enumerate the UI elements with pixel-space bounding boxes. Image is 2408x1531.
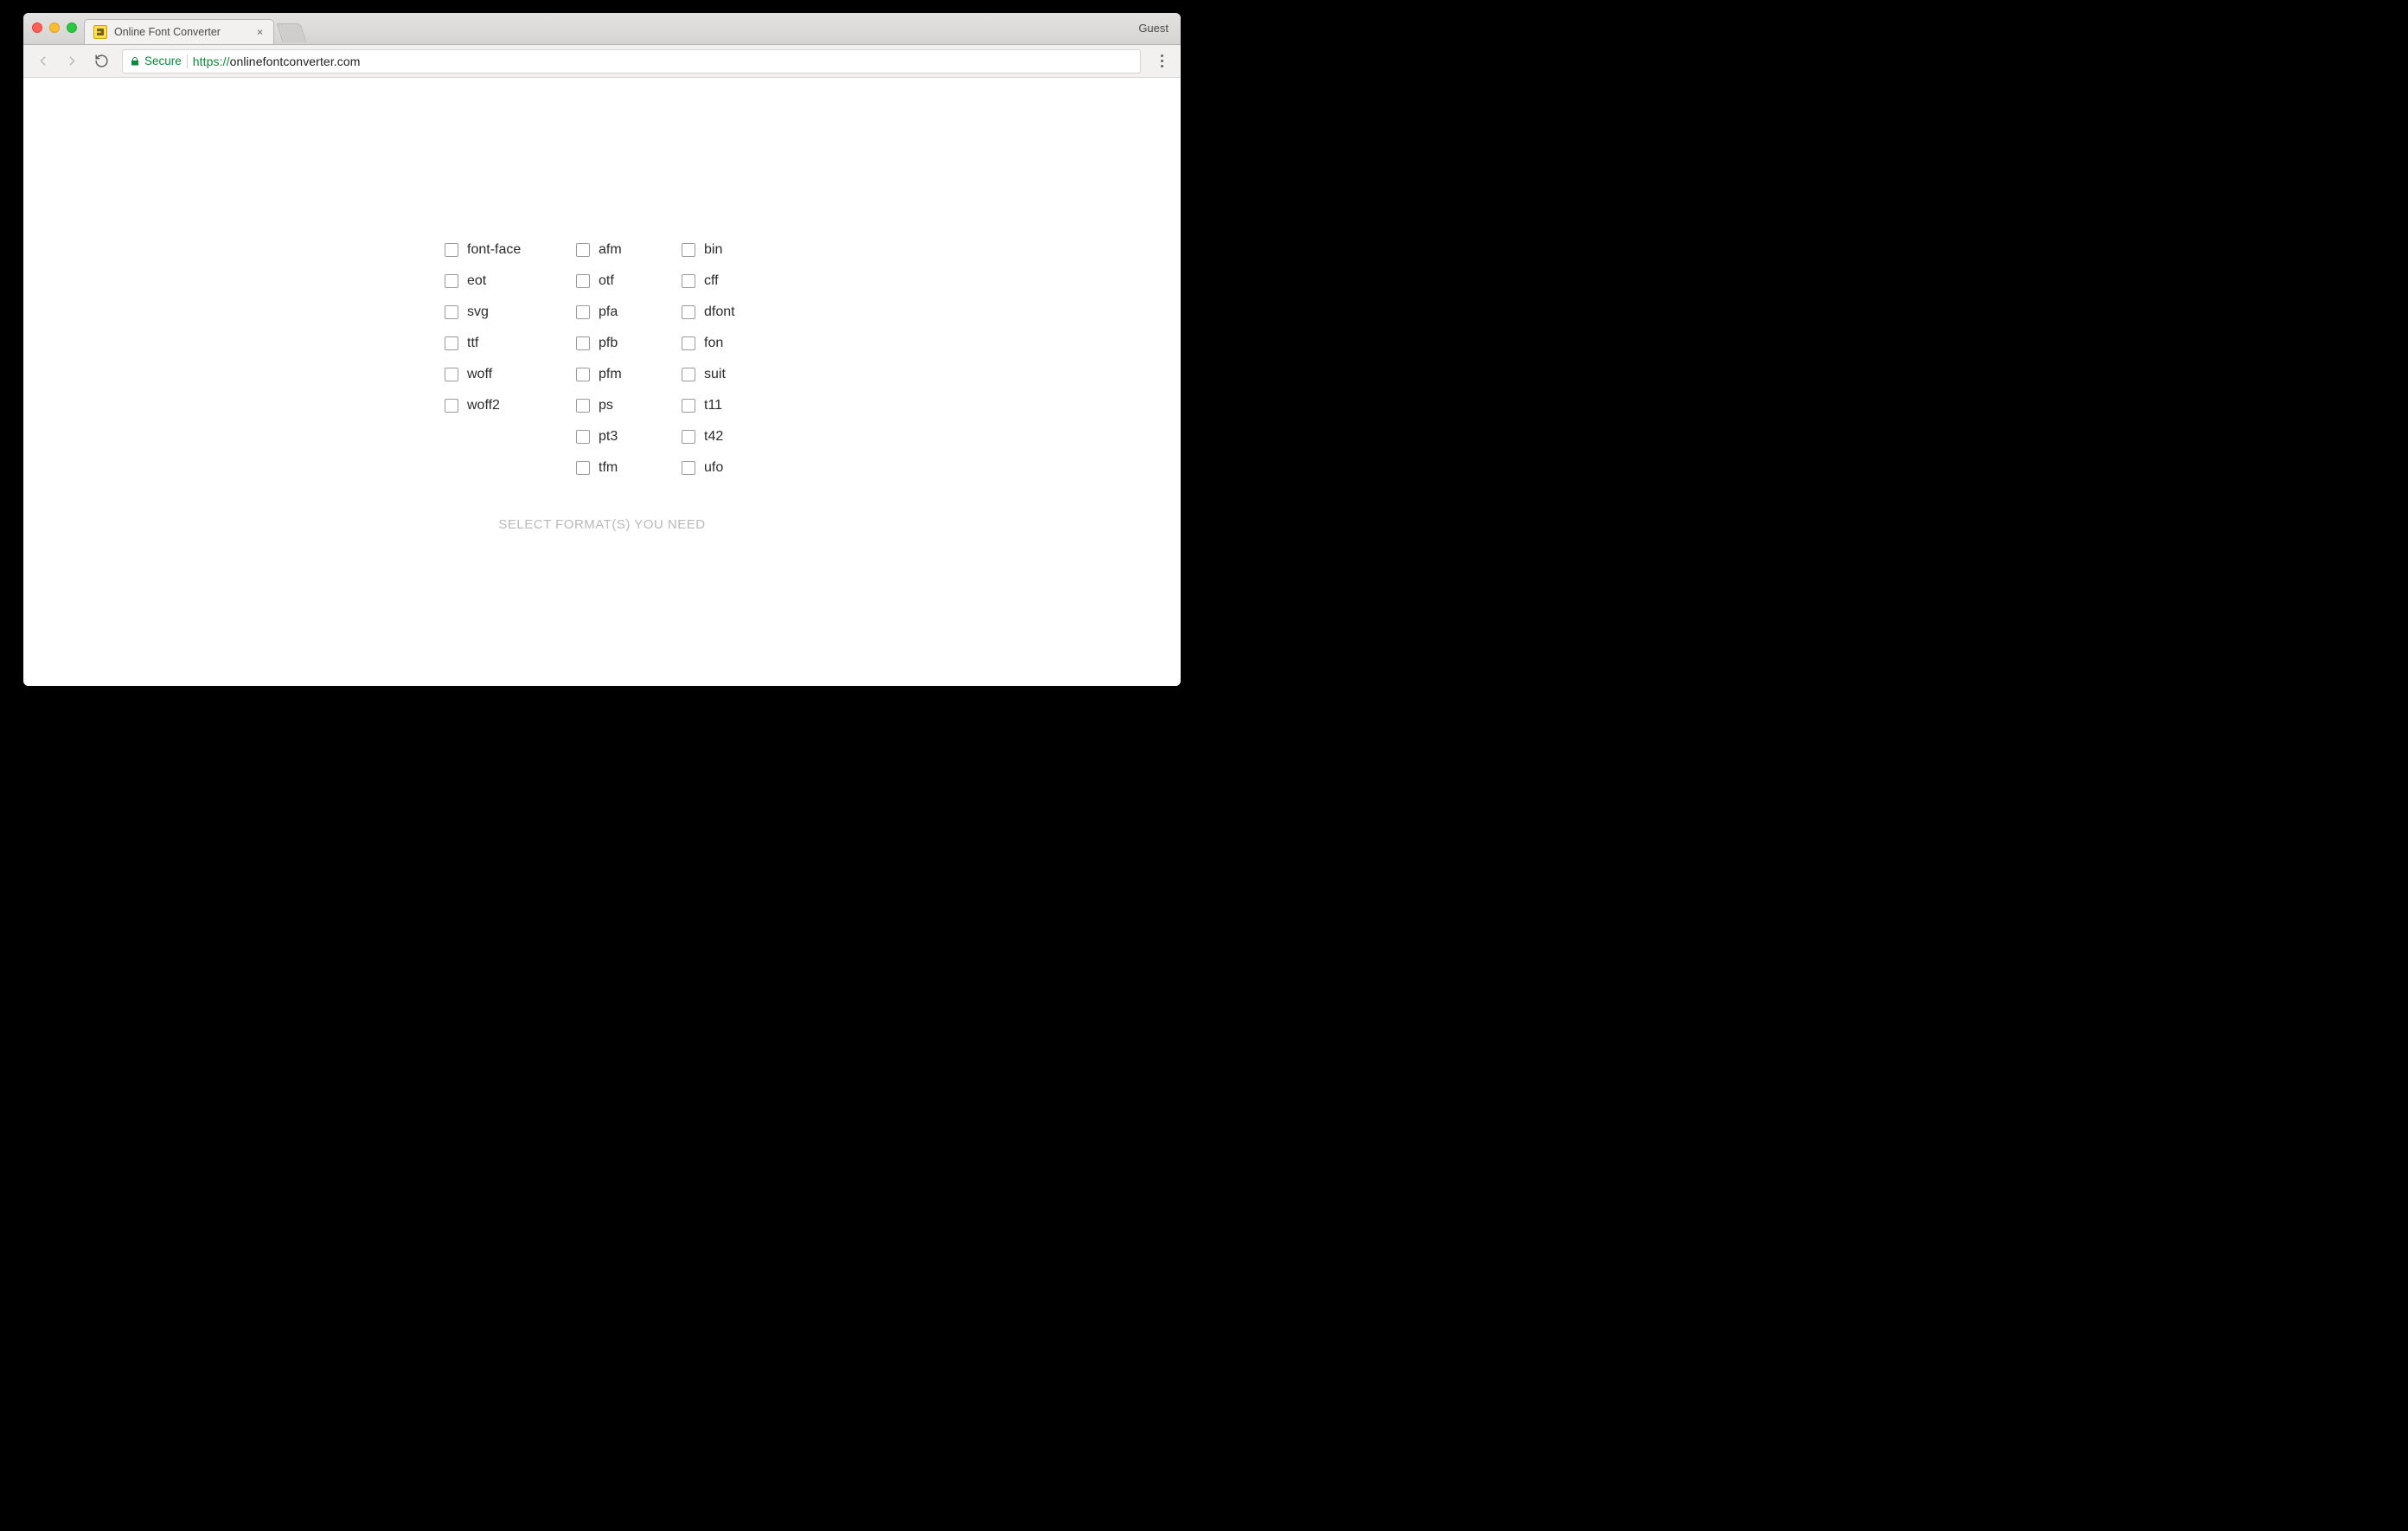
format-option-suit[interactable]: suit (682, 367, 759, 382)
checkbox-icon (576, 430, 590, 444)
checkbox-icon (576, 399, 590, 413)
tab-title: Online Font Converter (114, 26, 221, 38)
format-label: afm (599, 242, 622, 258)
back-button[interactable] (30, 49, 54, 74)
format-label: suit (704, 367, 726, 382)
format-option-eot[interactable]: eot (445, 273, 548, 289)
checkbox-icon (576, 368, 590, 381)
format-option-afm[interactable]: afm (576, 242, 654, 258)
checkbox-icon (682, 305, 695, 319)
format-option-pfa[interactable]: pfa (576, 304, 654, 320)
format-label: bin (704, 242, 722, 258)
format-option-woff2[interactable]: woff2 (445, 398, 548, 413)
titlebar: Online Font Converter × Guest (23, 13, 1181, 45)
reload-button[interactable] (89, 49, 113, 74)
format-option-pfb[interactable]: pfb (576, 336, 654, 351)
format-option-font-face[interactable]: font-face (445, 242, 548, 258)
browser-tab[interactable]: Online Font Converter × (84, 19, 274, 44)
format-option-svg[interactable]: svg (445, 304, 548, 320)
format-option-otf[interactable]: otf (576, 273, 654, 289)
format-option-ufo[interactable]: ufo (682, 460, 759, 476)
format-option-ps[interactable]: ps (576, 398, 654, 413)
format-option-fon[interactable]: fon (682, 336, 759, 351)
format-label: pfm (599, 367, 622, 382)
url-text: https://onlinefontconverter.com (193, 54, 361, 68)
format-label: ufo (704, 460, 723, 476)
format-label: font-face (467, 242, 521, 258)
toolbar: Secure https://onlinefontconverter.com (23, 45, 1181, 78)
address-bar[interactable]: Secure https://onlinefontconverter.com (122, 49, 1141, 74)
checkbox-icon (682, 368, 695, 381)
new-tab-button[interactable] (276, 23, 306, 42)
checkbox-icon (445, 399, 458, 413)
browser-menu-button[interactable] (1150, 49, 1174, 74)
profile-label[interactable]: Guest (1138, 22, 1169, 35)
checkbox-icon (682, 274, 695, 288)
favicon-icon (93, 25, 107, 39)
kebab-icon (1161, 54, 1163, 67)
secure-label: Secure (144, 54, 182, 67)
window-controls (32, 22, 77, 33)
format-label: ps (599, 398, 613, 413)
format-label: woff (467, 367, 492, 382)
format-label: tfm (599, 460, 618, 476)
checkbox-icon (445, 336, 458, 350)
divider (187, 54, 188, 68)
format-grid: font-face eot svg ttf woff woff2 afm otf… (445, 242, 759, 476)
format-column-1: font-face eot svg ttf woff woff2 (445, 242, 548, 476)
format-option-woff[interactable]: woff (445, 367, 548, 382)
window-close-button[interactable] (32, 22, 42, 33)
format-option-bin[interactable]: bin (682, 242, 759, 258)
checkbox-icon (445, 243, 458, 257)
checkbox-icon (682, 336, 695, 350)
forward-button[interactable] (60, 49, 84, 74)
url-scheme: https:// (193, 54, 230, 68)
format-label: pfb (599, 336, 618, 351)
checkbox-icon (445, 274, 458, 288)
format-label: fon (704, 336, 723, 351)
lock-icon (130, 55, 140, 67)
format-label: eot (467, 273, 486, 289)
format-label: t11 (704, 398, 722, 413)
checkbox-icon (682, 399, 695, 413)
format-label: t42 (704, 429, 723, 445)
format-option-pfm[interactable]: pfm (576, 367, 654, 382)
checkbox-icon (576, 243, 590, 257)
checkbox-icon (682, 430, 695, 444)
format-option-tfm[interactable]: tfm (576, 460, 654, 476)
format-option-ttf[interactable]: ttf (445, 336, 548, 351)
format-label: pt3 (599, 429, 618, 445)
format-column-3: bin cff dfont fon suit t11 t42 ufo (682, 242, 759, 476)
checkbox-icon (445, 305, 458, 319)
checkbox-icon (576, 274, 590, 288)
checkbox-icon (576, 305, 590, 319)
format-label: pfa (599, 304, 618, 320)
format-option-dfont[interactable]: dfont (682, 304, 759, 320)
format-option-cff[interactable]: cff (682, 273, 759, 289)
secure-indicator: Secure (130, 54, 182, 67)
checkbox-icon (445, 368, 458, 381)
checkbox-icon (682, 243, 695, 257)
format-label: svg (467, 304, 489, 320)
checkbox-icon (682, 461, 695, 475)
tab-close-button[interactable]: × (255, 28, 265, 37)
browser-window: Online Font Converter × Guest Secure htt… (23, 13, 1181, 686)
format-option-pt3[interactable]: pt3 (576, 429, 654, 445)
instruction-caption: SELECT FORMAT(S) YOU NEED (498, 517, 705, 532)
format-label: ttf (467, 336, 478, 351)
format-label: cff (704, 273, 719, 289)
window-minimize-button[interactable] (49, 22, 60, 33)
checkbox-icon (576, 461, 590, 475)
checkbox-icon (576, 336, 590, 350)
page-viewport: font-face eot svg ttf woff woff2 afm otf… (23, 78, 1181, 686)
format-option-t11[interactable]: t11 (682, 398, 759, 413)
format-option-t42[interactable]: t42 (682, 429, 759, 445)
format-column-2: afm otf pfa pfb pfm ps pt3 tfm (576, 242, 654, 476)
format-label: dfont (704, 304, 735, 320)
format-label: woff2 (467, 398, 500, 413)
format-label: otf (599, 273, 614, 289)
url-host: onlinefontconverter.com (230, 54, 361, 68)
window-zoom-button[interactable] (67, 22, 77, 33)
